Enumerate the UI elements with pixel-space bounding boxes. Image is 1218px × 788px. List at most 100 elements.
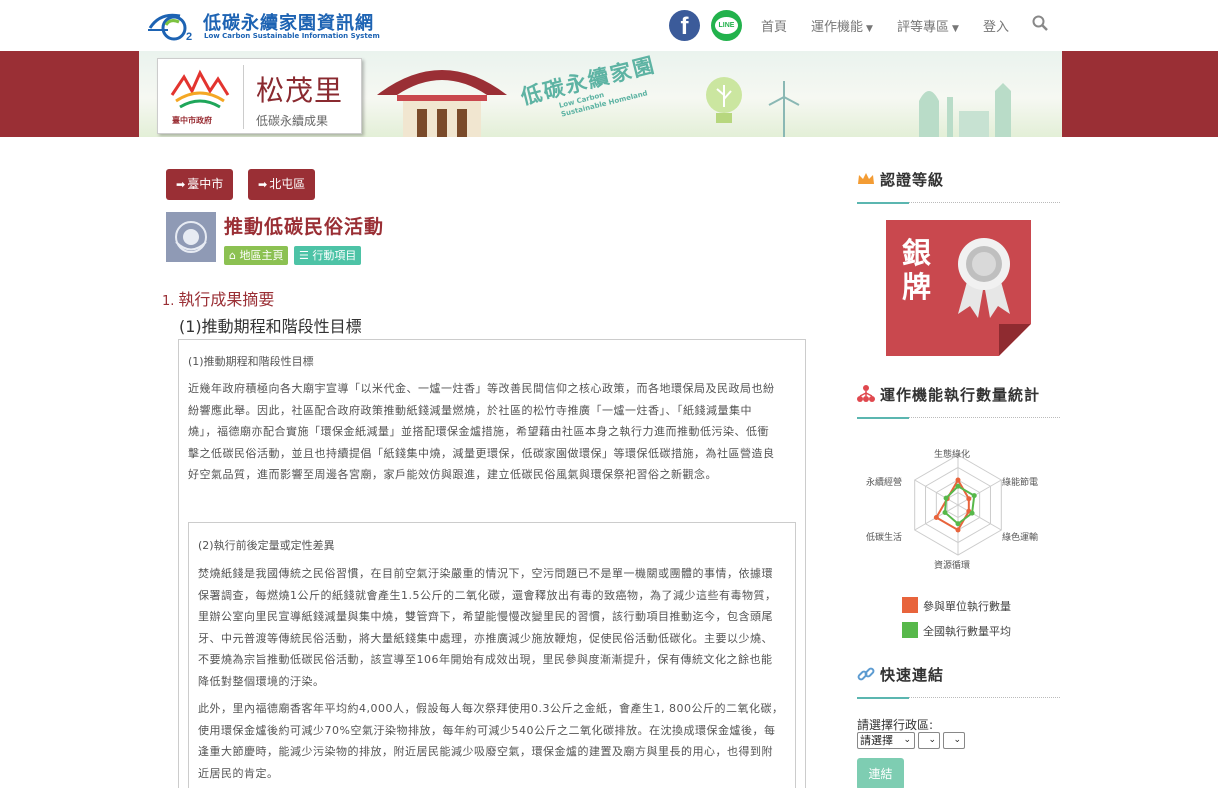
text-line: 降低對整個環境的汙染。 (198, 674, 325, 688)
radar-label-recycle: 資源循環 (934, 561, 971, 571)
city-seal-text: 臺中市政府 (172, 115, 212, 125)
stats-title: 運作機能執行數量統計 (880, 386, 1041, 404)
arrow-right-icon: ➡ (176, 178, 186, 191)
box2-paragraph-2: 此外，里內福德廟香客年平均約4,000人，假設每人每次祭拜使用0.3公斤之金紙，… (198, 698, 792, 784)
box2-heading: (2)執行前後定量或定性差異 (198, 539, 335, 552)
text-line: 不要燒為宗旨推動低碳民俗活動，該宣導至106年開始有成效出現，里民參與度漸漸提升… (198, 653, 773, 666)
box1-paragraph: 近幾年政府積極向各大廟宇宣導「以米代金、一爐一炷香」等改善民間信仰之核心政策，而… (188, 378, 800, 486)
taichung-logo-icon (170, 69, 230, 109)
radar-data-point (942, 510, 948, 515)
text-line: 近居民的肯定。 (198, 766, 279, 780)
tag-home-label: 地區主頁 (239, 249, 284, 262)
svg-text:2: 2 (186, 31, 192, 42)
temple-illustration (377, 70, 507, 137)
district-select[interactable]: ⌄ (918, 732, 940, 749)
legend-label-national: 全國執行數量平均 (923, 625, 1011, 638)
caret-down-icon: ▼ (866, 24, 873, 34)
crown-icon (858, 173, 874, 184)
site-logo[interactable]: 2 低碳永續家園資訊網 Low Carbon Sustainable Infor… (146, 6, 380, 44)
text-line: 牙、中元普渡等傳統民俗活動，將大量紙錢集中處理，亦推廣減少施放鞭炮，促使民俗活動… (198, 631, 773, 645)
radar-series-line (943, 485, 976, 526)
nav-login[interactable]: 登入 (983, 16, 1009, 35)
chevron-down-icon: ⌄ (928, 735, 936, 745)
radar-data-point (969, 510, 975, 516)
nav-features[interactable]: 運作機能 ▼ (811, 16, 873, 35)
action-item-icon (166, 212, 216, 262)
lightbulb-icon (706, 77, 742, 123)
radar-data-point (933, 515, 939, 520)
nav-home[interactable]: 首頁 (761, 16, 787, 35)
text-line: 里辦公室向里民宣導紙錢減量與集中燒，雙管齊下，希望能慢慢改變里民的習慣，該行動項… (198, 610, 773, 623)
village-name: 松茂里 (256, 74, 344, 107)
radar-data-point (971, 493, 977, 499)
chevron-down-icon: ⌄ (953, 735, 961, 745)
city-select[interactable]: 請選擇 ⌄ (857, 732, 915, 749)
radar-label-sustain: 永續經營 (866, 478, 903, 488)
card-divider (243, 65, 244, 129)
arrow-right-icon: ➡ (258, 178, 268, 191)
box2-paragraph-1: 焚燒紙錢是我國傳統之民俗習慣，在目前空氣汙染嚴重的情況下，空污問題已不是單一機關… (198, 563, 792, 692)
radar-data-point (955, 477, 961, 483)
nav-features-label: 運作機能 (811, 20, 864, 35)
caret-down-icon: ▼ (952, 24, 959, 34)
radar-chart: 生態綠化 綠能節電 綠色運輸 資源循環 低碳生活 永續經營 (856, 438, 1061, 573)
radar-label-transport: 綠色運輸 (1002, 533, 1039, 543)
home-icon: ⌂ (229, 249, 240, 262)
village-subtitle: 低碳永續成果 (256, 114, 329, 128)
medal-ribbon-icon (958, 238, 1010, 318)
text-line: 逢重大節慶時，能減少污染物的排放，附近居民能減少吸廢空氣，環保金爐的建置及廟方與… (198, 745, 773, 758)
breadcrumb-city[interactable]: ➡ 臺中市 (166, 169, 234, 200)
co2-logo-icon: 2 (148, 13, 192, 42)
quick-links-title: 快速連結 (880, 666, 945, 684)
text-line: 紛響應此舉。因此，社區配合政府政策推動紙錢減量燃燒，於社區的松竹寺推廣「一爐一炷… (188, 403, 752, 417)
radar-label-lowcarbon: 低碳生活 (866, 533, 903, 543)
box1-heading: (1)推動期程和階段性目標 (188, 355, 314, 368)
legend-label-participant: 參與單位執行數量 (923, 600, 1011, 613)
medal-text: 銀牌 (902, 236, 932, 304)
section-heading: 1. 執行成果摘要 (162, 286, 274, 310)
breadcrumb-city-label: 臺中市 (187, 177, 224, 191)
tag-items-label: 行動項目 (312, 249, 357, 262)
breadcrumb-district[interactable]: ➡ 北屯區 (248, 169, 316, 200)
chevron-down-icon: ⌄ (903, 735, 911, 745)
village-select[interactable]: ⌄ (943, 732, 965, 749)
radar-label-energy: 綠能節電 (1002, 478, 1039, 488)
village-card: 臺中市政府 松茂里 低碳永續成果 (157, 58, 362, 134)
text-line: 使用環保金爐後約可減少70%空氣汙染物排放，每年約可減少540公斤之二氧化碳排放… (198, 723, 776, 737)
subsection-heading: (1)推動期程和階段性目標 (179, 317, 362, 336)
city-silhouette (919, 83, 1011, 137)
text-line: 擊之低碳民俗活動，並且也持續提倡「紙錢集中燒，減量更環保，低碳家園做環保」等環保… (188, 446, 775, 460)
nav-evaluation-label: 評等專區 (897, 20, 950, 35)
connect-button[interactable]: 連結 (857, 758, 904, 788)
village-banner: 臺中市政府 松茂里 低碳永續成果 低碳永續家園 Low Carbon Susta… (139, 51, 1062, 137)
legend-swatch-national (902, 622, 918, 638)
legend-swatch-participant (902, 597, 918, 613)
list-icon: ☰ (299, 249, 313, 262)
text-line: 近幾年政府積極向各大廟宇宣導「以米代金、一爐一炷香」等改善民間信仰之核心政策，而… (188, 382, 775, 395)
radar-data-point (955, 521, 961, 527)
link-icon (857, 667, 875, 681)
site-subtitle: Low Carbon Sustainable Information Syste… (204, 32, 380, 40)
text-line: 此外，里內福德廟香客年平均約4,000人，假設每人每次祭拜使用0.3公斤之金紙，… (198, 702, 784, 715)
breadcrumb-district-label: 北屯區 (269, 177, 306, 191)
divider-accent (857, 202, 909, 204)
medal-corner (999, 324, 1031, 356)
wind-turbine-icon (768, 81, 800, 137)
text-line: 保署調查，每燃燒1公斤的紙錢就會產生1.5公斤的二氧化碳，還會釋放出有毒的致癌物… (198, 588, 777, 602)
radar-data-point (966, 496, 972, 502)
line-icon[interactable]: LINE (711, 10, 742, 41)
tag-home-page[interactable]: ⌂ 地區主頁 (224, 246, 289, 265)
nav-evaluation[interactable]: 評等專區 ▼ (897, 16, 959, 35)
radar-data-point (955, 483, 961, 489)
city-select-value: 請選擇 (860, 734, 893, 747)
section-number: 1. (162, 294, 175, 309)
cert-title: 認證等級 (880, 171, 945, 189)
tag-action-items[interactable]: ☰ 行動項目 (294, 246, 362, 265)
district-label: 請選擇行政區: (857, 718, 934, 732)
facebook-icon[interactable]: f (669, 10, 700, 41)
line-label: LINE (715, 17, 738, 34)
search-icon[interactable] (1032, 15, 1048, 31)
divider-accent (857, 417, 909, 419)
text-line: 燒」，福德廟亦配合實施「環保金紙減量」並搭配環保金爐措施，希望藉由社區本身之執行… (188, 425, 769, 438)
section-title: 執行成果摘要 (178, 290, 275, 309)
